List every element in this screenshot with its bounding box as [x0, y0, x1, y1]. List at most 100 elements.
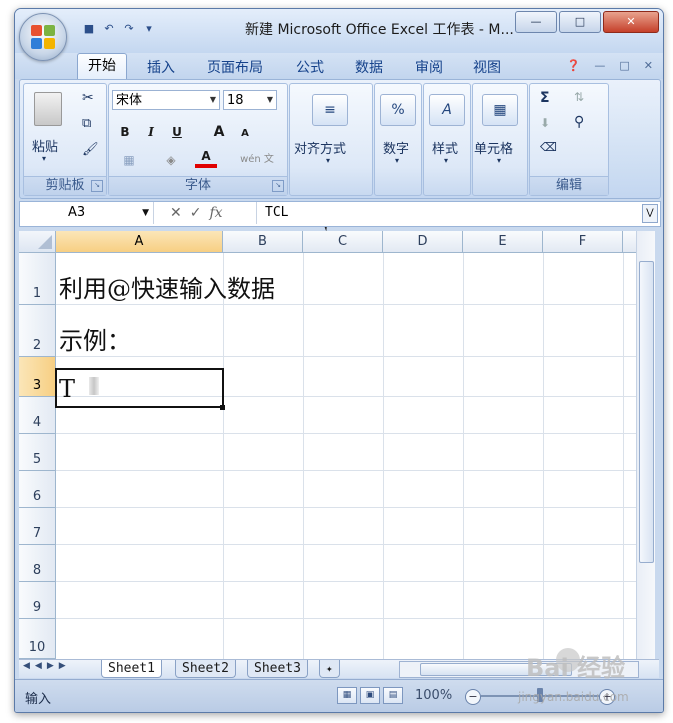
tab-view[interactable]: 视图 [473, 57, 501, 77]
insert-sheet-icon[interactable]: ✦ [319, 660, 340, 678]
autosum-icon[interactable]: Σ [540, 90, 550, 106]
paste-icon[interactable] [34, 92, 62, 126]
formula-buttons: ✕ ✓ fx [170, 203, 223, 223]
active-cell-a3[interactable] [55, 368, 224, 408]
ribbon-restore-icon[interactable]: □ [619, 59, 629, 72]
expand-formula-bar-icon[interactable]: ⋁ [642, 204, 658, 223]
undo-icon[interactable]: ↶ [101, 21, 117, 37]
styles-icon[interactable]: A [429, 94, 465, 126]
tab-review[interactable]: 审阅 [415, 57, 443, 77]
row-header-7[interactable]: 7 [19, 508, 56, 545]
clipboard-launcher-icon[interactable]: ↘ [91, 180, 103, 192]
page-layout-view-icon[interactable]: ▣ [360, 687, 380, 704]
office-button[interactable] [19, 13, 67, 61]
cancel-entry-icon[interactable]: ✕ [170, 203, 182, 223]
insert-function-button[interactable]: fx [209, 203, 222, 223]
paste-button[interactable]: 粘贴 [32, 136, 58, 155]
fill-handle[interactable] [220, 405, 225, 410]
underline-button[interactable]: U [167, 122, 187, 142]
column-header-g[interactable] [623, 231, 636, 253]
align-icon[interactable]: ≡ [312, 94, 348, 126]
normal-view-icon[interactable]: ▦ [337, 687, 357, 704]
cell-a2[interactable]: 示例： [59, 321, 131, 356]
cell-a1[interactable]: 利用@快速输入数据 [59, 269, 275, 304]
row-header-10[interactable]: 10 [19, 619, 56, 659]
column-header-c[interactable]: C [303, 231, 383, 253]
confirm-entry-icon[interactable]: ✓ [190, 203, 202, 223]
vertical-scroll-thumb[interactable] [639, 261, 654, 563]
formula-input[interactable]: TCL [256, 202, 288, 224]
zoom-out-icon[interactable]: − [465, 689, 481, 705]
percent-icon[interactable]: % [380, 94, 416, 126]
zoom-level[interactable]: 100% [415, 688, 452, 703]
tab-home[interactable]: 开始 [77, 53, 127, 80]
phonetic-button[interactable]: wén 文 [235, 150, 279, 170]
sheet-tab-sheet2[interactable]: Sheet2 [175, 660, 236, 678]
row-header-3[interactable]: 3 [19, 357, 56, 397]
sheet-tab-sheet3[interactable]: Sheet3 [247, 660, 308, 678]
font-color-button[interactable]: A [195, 148, 217, 168]
sheet-nav-arrows[interactable]: ◀◀▶▶ [23, 661, 71, 671]
row-header-5[interactable]: 5 [19, 434, 56, 471]
redo-icon[interactable]: ↷ [121, 21, 137, 37]
chevron-down-icon[interactable]: ▾ [326, 156, 330, 165]
cell-a3[interactable]: T [59, 375, 75, 403]
cut-icon[interactable]: ✂ [82, 90, 94, 106]
chevron-down-icon[interactable]: ▾ [444, 156, 448, 165]
borders-icon[interactable]: ▦ [115, 150, 143, 170]
find-select-icon[interactable]: ⚲ [574, 114, 584, 130]
ribbon-minimize-icon[interactable]: — [594, 59, 605, 72]
minimize-button[interactable]: — [515, 11, 557, 33]
row-header-4[interactable]: 4 [19, 397, 56, 434]
font-size-combo[interactable]: 18 ▼ [223, 90, 277, 110]
chevron-down-icon[interactable]: ▼ [207, 91, 219, 109]
row-header-1[interactable]: 1 [19, 253, 56, 305]
column-header-e[interactable]: E [463, 231, 543, 253]
sheet-tab-sheet1[interactable]: Sheet1 [101, 660, 162, 678]
alignment-button[interactable]: 对齐方式 [294, 138, 346, 157]
bold-button[interactable]: B [115, 122, 135, 142]
chevron-down-icon[interactable]: ▼ [264, 91, 276, 109]
chevron-down-icon[interactable]: ▾ [395, 156, 399, 165]
number-button[interactable]: 数字 [383, 138, 409, 157]
ribbon-close-icon[interactable]: ✕ [644, 59, 653, 72]
column-header-d[interactable]: D [383, 231, 463, 253]
column-header-b[interactable]: B [223, 231, 303, 253]
page-break-view-icon[interactable]: ▤ [383, 687, 403, 704]
row-header-2[interactable]: 2 [19, 305, 56, 357]
grow-font-button[interactable]: A [209, 122, 229, 142]
cells-button[interactable]: 单元格 [474, 138, 513, 157]
customize-qat-icon[interactable]: ▾ [141, 21, 157, 37]
cells-icon[interactable]: ▦ [482, 94, 518, 126]
paste-dropdown-icon[interactable]: ▾ [42, 154, 46, 163]
tab-insert[interactable]: 插入 [147, 57, 175, 77]
row-header-8[interactable]: 8 [19, 545, 56, 582]
row-header-9[interactable]: 9 [19, 582, 56, 619]
column-header-a[interactable]: A [56, 231, 223, 253]
format-painter-icon[interactable]: 🖌 [82, 142, 99, 157]
shrink-font-button[interactable]: A [235, 124, 255, 144]
column-header-f[interactable]: F [543, 231, 623, 253]
name-box[interactable]: A3 ▼ [20, 202, 154, 224]
vertical-scrollbar[interactable] [636, 231, 655, 659]
tab-page-layout[interactable]: 页面布局 [207, 57, 263, 77]
save-icon[interactable]: ■ [81, 21, 97, 37]
font-launcher-icon[interactable]: ↘ [272, 180, 284, 192]
tab-data[interactable]: 数据 [355, 57, 383, 77]
chevron-down-icon[interactable]: ▾ [497, 156, 501, 165]
help-icon[interactable]: ❓ [567, 59, 581, 72]
select-all-button[interactable] [19, 231, 56, 253]
chevron-down-icon[interactable]: ▼ [142, 202, 149, 224]
clear-icon[interactable]: ⌫ [540, 140, 557, 154]
close-button[interactable]: ✕ [603, 11, 659, 33]
tab-formulas[interactable]: 公式 [296, 57, 324, 77]
row-header-6[interactable]: 6 [19, 471, 56, 508]
fill-color-icon[interactable]: ◈ [157, 150, 185, 170]
sort-filter-icon[interactable]: ⇅ [574, 90, 584, 104]
italic-button[interactable]: I [141, 122, 161, 142]
styles-button[interactable]: 样式 [432, 138, 458, 157]
fill-icon[interactable]: ⬇ [540, 116, 550, 130]
font-name-combo[interactable]: 宋体 ▼ [112, 90, 220, 110]
copy-icon[interactable]: ⧉ [82, 116, 91, 131]
maximize-button[interactable]: □ [559, 11, 601, 33]
